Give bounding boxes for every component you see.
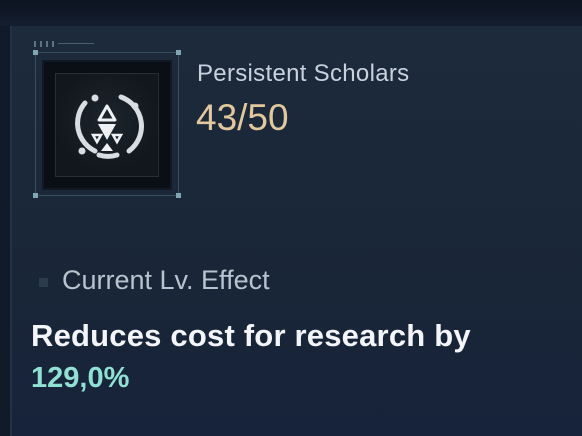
effect-description: Reduces cost for research by [31,318,471,353]
effect-value: 129,0% [31,362,130,394]
perk-name: Persistent Scholars [197,60,410,87]
section-bullet [39,278,48,287]
top-band [0,0,582,26]
effect-header: Current Lv. Effect [62,265,270,295]
panel-edge [10,26,12,436]
perk-level: 43/50 [196,97,289,138]
triangle-emblem-icon [75,94,144,159]
header-ticks [34,41,94,47]
